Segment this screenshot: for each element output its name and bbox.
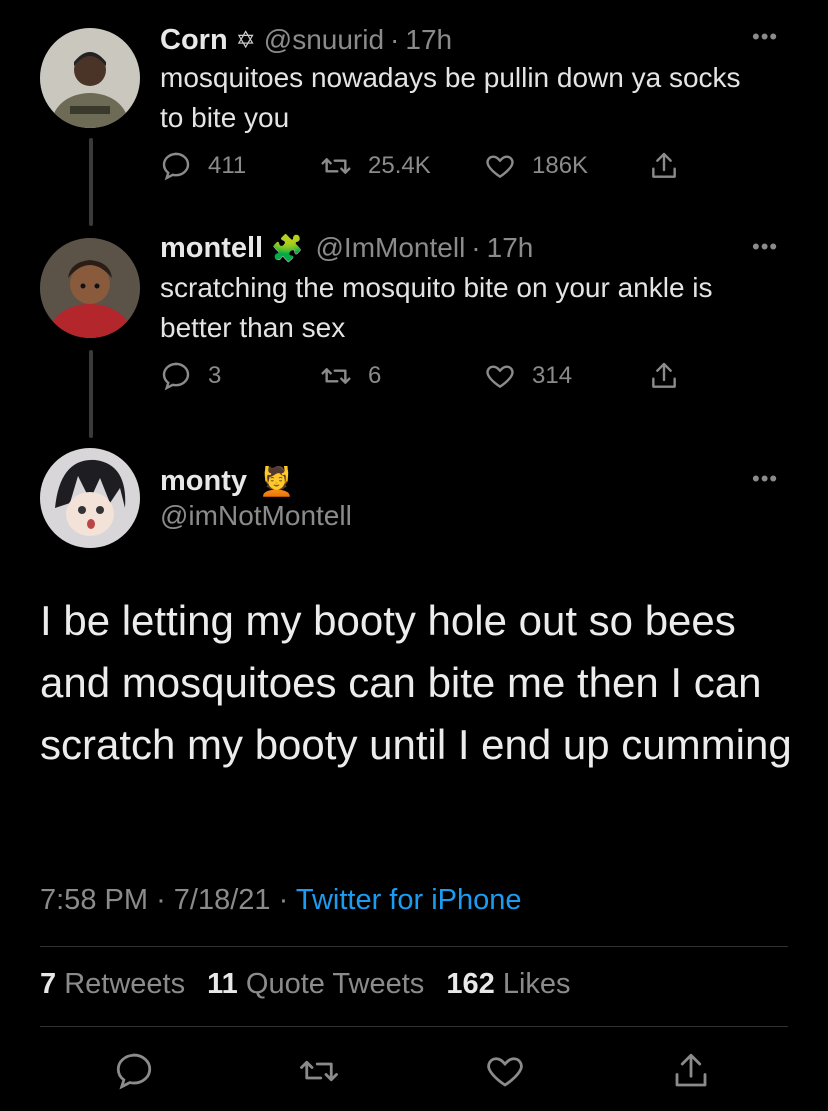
- like-icon: [486, 155, 514, 179]
- reply-icon: [162, 362, 190, 391]
- tweet-actions: 3 6 314: [160, 360, 700, 400]
- tweet-time[interactable]: 17h: [405, 24, 452, 56]
- retweet-icon: [321, 158, 351, 174]
- share-icon: [652, 152, 676, 178]
- like-button[interactable]: 186K: [484, 150, 588, 182]
- quote-tweets-stat[interactable]: 11 Quote Tweets: [207, 968, 424, 1000]
- reply-icon[interactable]: [113, 1050, 155, 1092]
- author-name[interactable]: montell: [160, 232, 263, 265]
- more-options-icon[interactable]: •••: [752, 466, 778, 492]
- retweets-stat[interactable]: 7 Retweets: [40, 968, 185, 1000]
- author-handle[interactable]: @ImMontell: [316, 232, 466, 264]
- like-button[interactable]: 314: [484, 360, 572, 392]
- retweet-button[interactable]: 6: [320, 360, 381, 392]
- separator-dot: ·: [278, 884, 289, 916]
- like-icon[interactable]: [484, 1050, 526, 1092]
- avatar-monty[interactable]: [40, 448, 140, 548]
- retweets-count: 7: [40, 968, 57, 1000]
- share-button[interactable]: [648, 360, 696, 392]
- tweet-text: mosquitoes nowadays be pullin down ya so…: [160, 62, 741, 133]
- like-count: 186K: [532, 152, 589, 179]
- reply-icon: [162, 152, 190, 181]
- tweet-stats: 7 Retweets 11 Quote Tweets 162 Likes: [40, 968, 571, 1001]
- reply-button[interactable]: 411: [160, 150, 246, 182]
- author-handle[interactable]: @snuurid: [264, 24, 384, 56]
- separator-dot: ·: [156, 884, 166, 916]
- thread-line-2: [89, 350, 93, 438]
- like-count: 314: [532, 362, 573, 389]
- tweet-date[interactable]: 7/18/21: [174, 884, 271, 916]
- retweet-button[interactable]: 25.4K: [320, 150, 431, 182]
- likes-label: Likes: [502, 968, 571, 1000]
- reply-count: 3: [208, 362, 222, 389]
- reply-count: 411: [208, 152, 247, 179]
- thread-line-1: [89, 138, 93, 226]
- separator-dot: ·: [390, 24, 400, 55]
- quote-tweets-label: Quote Tweets: [245, 968, 425, 1000]
- more-options-icon[interactable]: •••: [752, 24, 778, 50]
- tweet-time[interactable]: 17h: [487, 232, 534, 264]
- avatar-image: [40, 28, 140, 128]
- avatar-montell[interactable]: [40, 238, 140, 338]
- author-name[interactable]: Corn: [160, 24, 228, 57]
- retweets-label: Retweets: [64, 968, 186, 1000]
- like-icon: [486, 365, 514, 389]
- share-icon: [652, 362, 676, 388]
- avatar-corn[interactable]: [40, 28, 140, 128]
- retweet-icon[interactable]: [298, 1050, 340, 1092]
- share-icon[interactable]: [670, 1050, 712, 1092]
- retweet-count: 25.4K: [368, 152, 431, 179]
- tweet-source-link[interactable]: Twitter for iPhone: [296, 884, 522, 916]
- quote-tweets-count: 11: [207, 968, 238, 1000]
- divider: [40, 946, 788, 947]
- main-tweet-text: I be letting my booty hole out so bees a…: [40, 597, 792, 768]
- massage-emoji-icon: 💆: [259, 465, 294, 497]
- retweet-count: 6: [368, 362, 382, 389]
- divider: [40, 1026, 788, 1027]
- reply-button[interactable]: 3: [160, 360, 221, 392]
- more-options-icon[interactable]: •••: [752, 234, 778, 260]
- likes-stat[interactable]: 162 Likes: [446, 968, 570, 1000]
- tweet-actions: 411 25.4K 186K: [160, 150, 700, 190]
- avatar-image: [40, 448, 140, 548]
- author-name[interactable]: monty: [160, 465, 247, 498]
- tweet-time[interactable]: 7:58 PM: [40, 884, 148, 916]
- likes-count: 162: [446, 968, 495, 1000]
- avatar-image: [40, 238, 140, 338]
- author-handle[interactable]: @imNotMontell: [160, 500, 352, 532]
- pentagram-icon: ✡: [235, 26, 256, 54]
- tweet-text: scratching the mosquito bite on your ank…: [160, 272, 713, 343]
- tweet-metadata: 7:58 PM · 7/18/21 · Twitter for iPhone: [40, 884, 522, 917]
- puzzle-piece-icon: 🧩: [271, 232, 304, 263]
- separator-dot: ·: [471, 232, 481, 263]
- retweet-icon: [321, 368, 351, 384]
- share-button[interactable]: [648, 150, 696, 182]
